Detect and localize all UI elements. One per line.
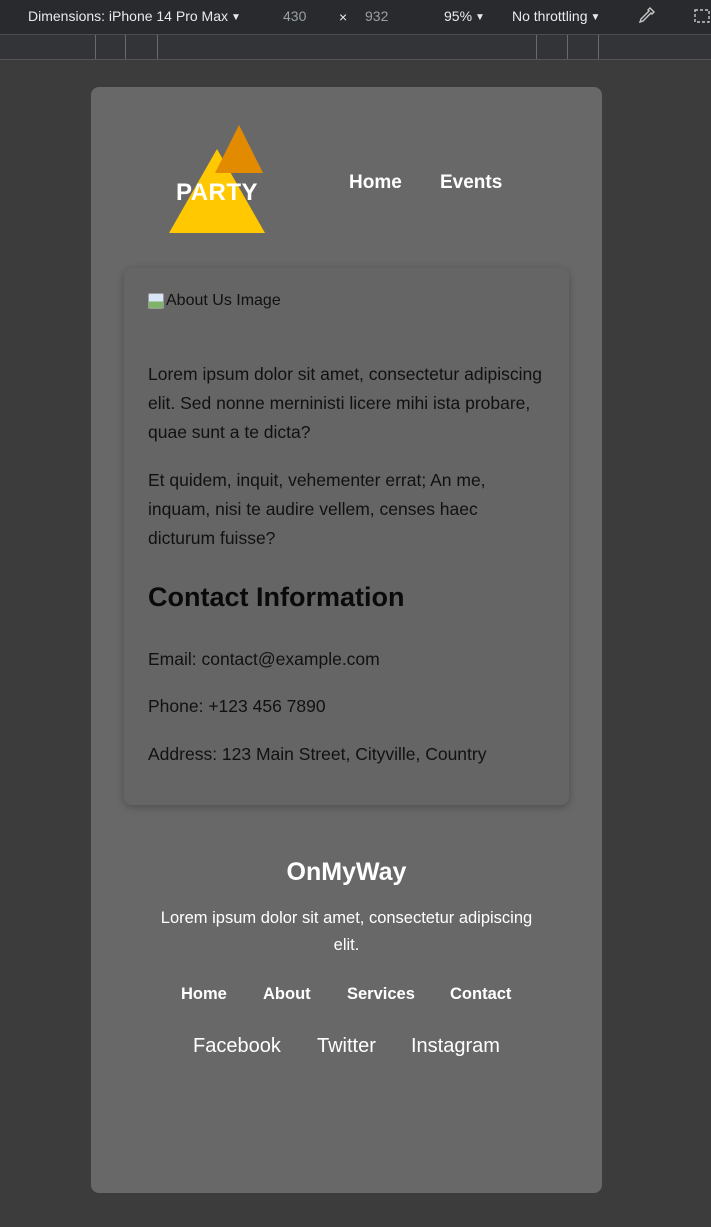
contact-address: Address: 123 Main Street, Cityville, Cou… — [148, 744, 487, 764]
footer-description: Lorem ipsum dolor sit amet, consectetur … — [160, 909, 533, 954]
contact-email: Email: contact@example.com — [148, 649, 380, 669]
social-link-facebook[interactable]: Facebook — [193, 1035, 281, 1058]
times-symbol: × — [339, 9, 348, 25]
nav-home-link[interactable]: Home — [349, 172, 402, 194]
dropdown-arrow-icon: ▼ — [590, 12, 601, 23]
logo-triangle-orange — [215, 125, 263, 173]
about-paragraph: Lorem ipsum dolor sit amet, consectetur … — [148, 364, 542, 442]
device-frame-icon[interactable] — [693, 6, 711, 29]
media-query-ruler — [0, 35, 711, 60]
about-image: About Us Image — [148, 292, 281, 310]
footer-link-about[interactable]: About — [263, 985, 311, 1004]
contact-phone: Phone: +123 456 7890 — [148, 696, 326, 716]
width-input[interactable]: 430 — [283, 8, 306, 24]
throttling-dropdown[interactable]: No throttling ▼ — [512, 8, 600, 24]
about-image-alt: About Us Image — [166, 292, 281, 309]
footer-link-contact[interactable]: Contact — [450, 985, 511, 1004]
height-input[interactable]: 932 — [365, 8, 388, 24]
social-link-twitter[interactable]: Twitter — [317, 1035, 376, 1058]
footer-link-services[interactable]: Services — [347, 985, 415, 1004]
dropdown-arrow-icon: ▼ — [475, 12, 485, 23]
broken-image-icon — [148, 293, 164, 309]
eyedropper-icon[interactable] — [635, 5, 657, 30]
device-viewport: PARTY Home Events About Us Image Lorem i… — [91, 87, 602, 1193]
zoom-dropdown[interactable]: 95% ▼ — [444, 8, 485, 24]
dropdown-arrow-icon: ▼ — [231, 12, 241, 23]
logo-text[interactable]: PARTY — [176, 179, 258, 207]
footer-link-home[interactable]: Home — [181, 985, 227, 1004]
footer-brand: OnMyWay — [286, 858, 407, 886]
contact-heading: Contact Information — [148, 582, 405, 612]
device-dimensions-dropdown[interactable]: Dimensions: iPhone 14 Pro Max ▼ — [28, 8, 241, 24]
social-link-instagram[interactable]: Instagram — [411, 1035, 500, 1058]
nav-events-link[interactable]: Events — [440, 172, 502, 194]
devtools-toolbar: Dimensions: iPhone 14 Pro Max ▼ 430 × 932… — [0, 0, 711, 35]
about-paragraph: Et quidem, inquit, vehementer errat; An … — [148, 470, 486, 548]
about-card: About Us Image Lorem ipsum dolor sit ame… — [124, 268, 569, 805]
